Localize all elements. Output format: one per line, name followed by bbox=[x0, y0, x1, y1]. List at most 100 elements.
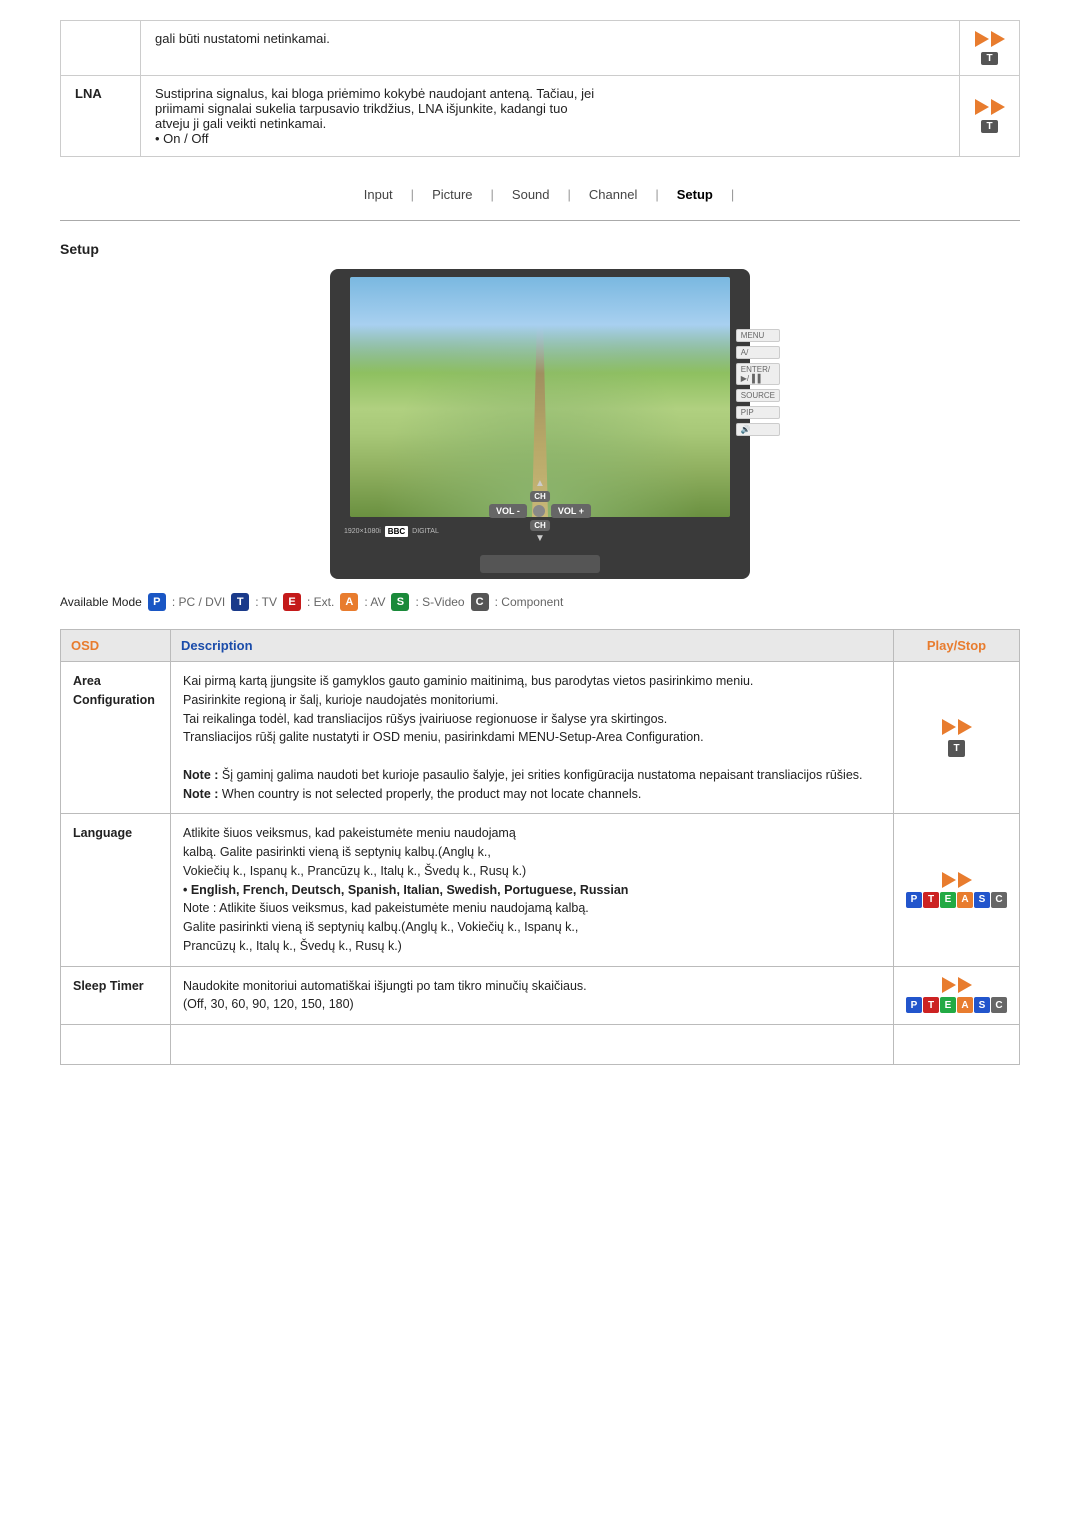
nav-sound[interactable]: Sound bbox=[494, 187, 568, 202]
digital-text: DIGITAL bbox=[412, 528, 439, 535]
tv-controls: ▲ CH VOL - VOL + CH ▼ bbox=[489, 478, 591, 544]
osd-table-body: AreaConfiguration Kai pirmą kartą įjungs… bbox=[61, 662, 1020, 1065]
area-play1 bbox=[942, 719, 956, 735]
mode-desc-c: : Component bbox=[495, 595, 564, 609]
mode-badge-e: E bbox=[283, 593, 301, 611]
badge-e: E bbox=[940, 892, 956, 908]
mode-desc-s: : S-Video bbox=[415, 595, 464, 609]
nav-setup[interactable]: Setup bbox=[659, 187, 731, 202]
badge-a: A bbox=[957, 892, 973, 908]
sleep-pteasc-badges: P T E A S C bbox=[906, 997, 1007, 1013]
lna-icon: T bbox=[960, 76, 1020, 157]
mode-desc-e: : Ext. bbox=[307, 595, 334, 609]
bbc-logo: BBC bbox=[385, 526, 408, 537]
navigation-bar: Input | Picture | Sound | Channel | Setu… bbox=[60, 177, 1020, 210]
lang-play1 bbox=[942, 872, 956, 888]
tv-side-buttons: MENU A/ ENTER/▶/▐▐ SOURCE PIP 🔊 bbox=[736, 329, 780, 436]
sleep-badge-a: A bbox=[957, 997, 973, 1013]
center-dot bbox=[533, 505, 545, 517]
sleep-play-stop bbox=[906, 977, 1007, 993]
mode-badge-t: T bbox=[231, 593, 249, 611]
sleep-play2 bbox=[958, 977, 972, 993]
lang-play2 bbox=[958, 872, 972, 888]
play-icon bbox=[975, 31, 989, 47]
pip-button-label: PIP bbox=[736, 406, 780, 419]
lna-desc-line1: Sustiprina signalus, kai bloga priėmimo … bbox=[155, 86, 594, 101]
badge-t: T bbox=[923, 892, 939, 908]
top-info-table: gali būti nustatomi netinkamai. T LNA Su… bbox=[60, 20, 1020, 157]
tv-image-container: MENU A/ ENTER/▶/▐▐ SOURCE PIP 🔊 1920×108… bbox=[60, 269, 1020, 579]
sleep-badge-t: T bbox=[923, 997, 939, 1013]
badge-s: S bbox=[974, 892, 990, 908]
nav-sep5: | bbox=[731, 187, 734, 202]
vol-minus-btn[interactable]: VOL - bbox=[489, 504, 527, 518]
play-icon2 bbox=[991, 31, 1005, 47]
play-icon4 bbox=[991, 99, 1005, 115]
pteasc-badges: P T E A S C bbox=[906, 892, 1007, 908]
empty-cell2 bbox=[171, 1025, 894, 1065]
mode-desc-a: : AV bbox=[364, 595, 385, 609]
row1-label bbox=[61, 21, 141, 76]
badge-c: C bbox=[991, 892, 1007, 908]
table-row-area: AreaConfiguration Kai pirmą kartą įjungs… bbox=[61, 662, 1020, 814]
area-label: AreaConfiguration bbox=[61, 662, 171, 814]
sleep-timer-icon: P T E A S C bbox=[894, 966, 1020, 1025]
sleep-badge-e: E bbox=[940, 997, 956, 1013]
sleep-timer-desc: Naudokite monitoriui automatiškai išjung… bbox=[171, 966, 894, 1025]
ch-down-icon: ▼ bbox=[535, 533, 545, 544]
sleep-badge-p: P bbox=[906, 997, 922, 1013]
available-modes-bar: Available Mode P : PC / DVI T : TV E : E… bbox=[60, 593, 1020, 611]
sleep-badge-s: S bbox=[974, 997, 990, 1013]
ch-up-icon: ▲ bbox=[535, 478, 545, 489]
language-label: Language bbox=[61, 814, 171, 966]
nav-channel[interactable]: Channel bbox=[571, 187, 655, 202]
tv-logo-area: 1920×1080i BBC DIGITAL bbox=[344, 526, 439, 537]
area-play-stop: T bbox=[906, 719, 1007, 757]
mode-badge-s: S bbox=[391, 593, 409, 611]
lang-play-stop bbox=[906, 872, 1007, 888]
area-desc: Kai pirmą kartą įjungsite iš gamyklos ga… bbox=[171, 662, 894, 814]
area-icon: T bbox=[894, 662, 1020, 814]
play-icon3 bbox=[975, 99, 989, 115]
vol-row: VOL - VOL + bbox=[489, 504, 591, 518]
sound-button-label: 🔊 bbox=[736, 423, 780, 436]
playstop-col-header: Play/Stop bbox=[894, 630, 1020, 662]
row1-desc: gali būti nustatomi netinkamai. bbox=[141, 21, 960, 76]
nav-input[interactable]: Input bbox=[346, 187, 411, 202]
ch-label: CH bbox=[530, 491, 550, 502]
av-button-label: A/ bbox=[736, 346, 780, 359]
sleep-timer-label: Sleep Timer bbox=[61, 966, 171, 1025]
osd-main-table: OSD Description Play/Stop AreaConfigurat… bbox=[60, 629, 1020, 1065]
t-badge2: T bbox=[981, 120, 997, 133]
language-desc: Atlikite šiuos veiksmus, kad pakeistumėt… bbox=[171, 814, 894, 966]
play-stop-icons: T bbox=[974, 31, 1005, 65]
lna-desc-line3: atveju ji gali veikti netinkamai. bbox=[155, 116, 326, 131]
osd-table-header: OSD Description Play/Stop bbox=[61, 630, 1020, 662]
mode-badge-p: P bbox=[148, 593, 166, 611]
enter-button-label: ENTER/▶/▐▐ bbox=[736, 363, 780, 385]
sleep-badge-c: C bbox=[991, 997, 1007, 1013]
tv-stand bbox=[480, 555, 600, 573]
resolution-text: 1920×1080i bbox=[344, 528, 381, 535]
menu-button-label: MENU bbox=[736, 329, 780, 342]
nav-picture[interactable]: Picture bbox=[414, 187, 490, 202]
mode-desc-p: : PC / DVI bbox=[172, 595, 225, 609]
mode-badge-a: A bbox=[340, 593, 358, 611]
sleep-play1 bbox=[942, 977, 956, 993]
empty-cell3 bbox=[894, 1025, 1020, 1065]
empty-cell1 bbox=[61, 1025, 171, 1065]
table-row-lna: LNA Sustiprina signalus, kai bloga priėm… bbox=[61, 76, 1020, 157]
lna-desc-line2: priimami signalai sukelia tarpusavio tri… bbox=[155, 101, 568, 116]
table-row-empty bbox=[61, 1025, 1020, 1065]
language-icon: P T E A S C bbox=[894, 814, 1020, 966]
table-row-sleep-timer: Sleep Timer Naudokite monitoriui automat… bbox=[61, 966, 1020, 1025]
row1-icon: T bbox=[960, 21, 1020, 76]
vol-plus-btn[interactable]: VOL + bbox=[551, 504, 591, 518]
mode-badge-c: C bbox=[471, 593, 489, 611]
desc-col-header: Description bbox=[171, 630, 894, 662]
available-mode-label: Available Mode bbox=[60, 595, 142, 609]
section-divider bbox=[60, 220, 1020, 221]
mode-desc-t: : TV bbox=[255, 595, 277, 609]
ch-down-label: CH bbox=[530, 520, 550, 531]
lna-desc-line4: • On / Off bbox=[155, 131, 208, 146]
